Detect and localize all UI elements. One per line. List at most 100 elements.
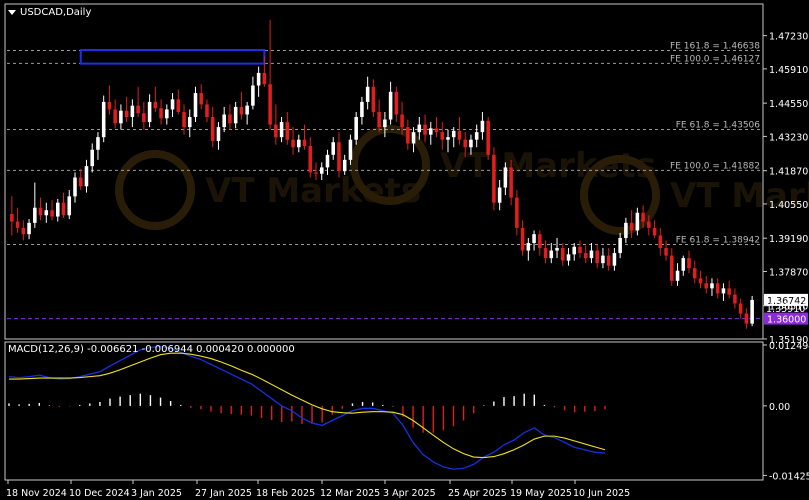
candle-body	[417, 124, 422, 133]
candle-body	[463, 139, 467, 148]
candle-body	[532, 234, 536, 243]
candle-body	[371, 86, 376, 112]
candle-body	[520, 227, 525, 251]
candle-body	[44, 210, 49, 216]
candle-body	[451, 130, 456, 138]
candle-body	[566, 254, 571, 261]
watermark-text: VT Markets	[440, 146, 656, 186]
time-tick-label: 25 Apr 2025	[448, 488, 507, 499]
candle-body	[251, 85, 255, 106]
candle-body	[153, 101, 158, 109]
symbol-header: USDCAD,Daily	[8, 7, 91, 18]
candle-body	[228, 114, 232, 124]
candle-body	[268, 84, 272, 125]
price-tick-label: 1.40550	[769, 200, 808, 211]
candle-body	[543, 248, 548, 259]
candle-body	[187, 117, 192, 128]
candle-body	[692, 268, 697, 279]
candle-body	[428, 128, 433, 135]
candle-body	[101, 101, 106, 138]
candle-body	[377, 111, 381, 128]
candle[interactable]	[750, 295, 754, 327]
candle-body	[549, 250, 554, 259]
candle-body	[360, 101, 364, 118]
candle-body	[113, 109, 117, 124]
candle-body	[107, 101, 112, 110]
candle-body	[406, 127, 410, 144]
candle-body	[365, 86, 370, 102]
candle-body	[670, 255, 674, 281]
candle-body	[90, 149, 94, 167]
candle-body	[354, 117, 358, 140]
candle-body	[681, 258, 686, 271]
candle-body	[216, 127, 221, 141]
candle-body	[73, 177, 77, 197]
candle-body	[239, 106, 244, 115]
candle-body	[165, 109, 169, 119]
candle-body	[423, 124, 427, 135]
candle-body	[388, 91, 393, 120]
candle-body	[744, 313, 749, 324]
time-tick-label: 12 Mar 2025	[320, 488, 380, 499]
candle-body	[256, 72, 261, 86]
candle-body	[394, 91, 399, 115]
candle-body	[526, 242, 531, 251]
fib-level-label: FE 100.0 = 1.41882	[670, 161, 760, 171]
candle-body	[325, 154, 330, 168]
candle-body	[624, 222, 628, 238]
time-tick-label: 19 May 2025	[510, 488, 572, 499]
candle-body	[664, 248, 668, 256]
candle-body	[10, 214, 14, 222]
candle-body	[595, 250, 599, 264]
candle[interactable]	[492, 147, 496, 211]
candle-body	[715, 283, 720, 294]
macd-tick-label: 0.00	[769, 402, 790, 413]
candle-body	[469, 139, 473, 148]
candle-body	[291, 139, 295, 148]
candle[interactable]	[486, 117, 490, 160]
macd-tick-label: 0.012494	[769, 341, 809, 352]
candle-body	[176, 99, 181, 112]
candle-body	[159, 108, 163, 119]
candle-body	[400, 114, 404, 128]
candle-body	[675, 270, 680, 281]
candle-body	[314, 172, 318, 174]
candle-body	[27, 222, 31, 235]
trading-chart[interactable]: VT MarketsVT MarketsVT Markets FE 161.8 …	[0, 0, 809, 500]
time-tick-label: 3 Jan 2025	[131, 488, 182, 499]
candle-body	[84, 166, 89, 187]
candle-body	[658, 235, 663, 249]
candle[interactable]	[101, 95, 106, 143]
macd-header: MACD(12,26,9) -0.006621 -0.006944 0.0004…	[8, 344, 295, 355]
candle-body	[342, 159, 347, 172]
fib-level-label: FE 61.8 = 1.38942	[676, 235, 760, 245]
candle-body	[538, 234, 542, 249]
candle-body	[601, 255, 605, 264]
candle-body	[96, 137, 100, 150]
price-tick-label: 1.45910	[769, 65, 808, 76]
candle-body	[285, 122, 290, 140]
candle-body	[457, 130, 462, 140]
candle-body	[635, 212, 640, 231]
candle-body	[515, 197, 519, 228]
fib-level-label: FE 100.0 = 1.46127	[670, 54, 760, 64]
candle-body	[480, 120, 485, 133]
candle-body	[698, 278, 703, 284]
price-tick-label: 1.44550	[769, 99, 808, 110]
candle-body	[738, 303, 743, 314]
dropdown-triangle-icon[interactable]	[8, 9, 16, 15]
candle-body	[262, 72, 267, 85]
candle-body	[503, 167, 508, 188]
candle-body	[274, 124, 278, 138]
candle-body	[222, 114, 226, 128]
candle-body	[641, 212, 645, 222]
candle-body	[474, 132, 479, 140]
candle-body	[193, 93, 198, 118]
candle-body	[652, 227, 657, 236]
candle-body	[492, 154, 496, 203]
candle-body	[319, 167, 324, 174]
candle-body	[21, 227, 26, 235]
time-tick-label: 3 Apr 2025	[383, 488, 436, 499]
time-tick-label: 27 Jan 2025	[195, 488, 252, 499]
candle-body	[205, 104, 209, 118]
